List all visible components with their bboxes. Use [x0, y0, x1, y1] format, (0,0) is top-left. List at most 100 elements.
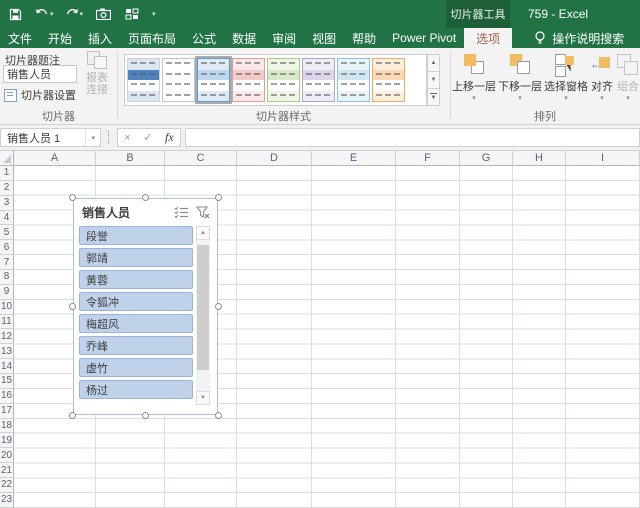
- row-header[interactable]: 9: [0, 284, 14, 300]
- row-header[interactable]: 17: [0, 403, 14, 419]
- column-header[interactable]: E: [312, 151, 396, 166]
- slicer-sales-person[interactable]: 销售人员 段誉 郭靖 黄蓉 令狐冲 梅超风 乔峰 虚竹 杨过 ▲ ▼: [73, 198, 218, 415]
- column-header[interactable]: D: [237, 151, 312, 166]
- column-header[interactable]: A: [14, 151, 96, 166]
- slicer-style-thumbnail[interactable]: [195, 56, 232, 104]
- row-header[interactable]: 12: [0, 329, 14, 345]
- switch-windows-icon[interactable]: [123, 4, 141, 24]
- select-all-corner[interactable]: [0, 151, 14, 166]
- insert-function-icon[interactable]: fx: [165, 130, 174, 145]
- row-header[interactable]: 18: [0, 418, 14, 434]
- slicer-item[interactable]: 乔峰: [79, 336, 193, 355]
- chevron-down-icon[interactable]: ▾: [600, 95, 604, 102]
- customize-qat-caret-icon[interactable]: ▾: [152, 11, 156, 18]
- selection-handle[interactable]: [215, 303, 222, 310]
- row-header[interactable]: 13: [0, 344, 14, 360]
- row-header[interactable]: 1: [0, 166, 14, 181]
- scroll-up-icon[interactable]: ▲: [196, 226, 210, 240]
- ribbon-tab[interactable]: 公式: [184, 28, 224, 48]
- enter-icon[interactable]: ✓: [143, 131, 152, 144]
- chevron-down-icon[interactable]: ▾: [472, 95, 476, 102]
- gallery-up-icon[interactable]: ▲: [427, 54, 440, 72]
- selection-handle[interactable]: [142, 194, 149, 201]
- row-header[interactable]: 21: [0, 463, 14, 479]
- row-header[interactable]: 2: [0, 180, 14, 196]
- camera-icon[interactable]: [94, 4, 112, 24]
- row-header[interactable]: 10: [0, 299, 14, 315]
- column-header[interactable]: F: [396, 151, 460, 166]
- ribbon-tab[interactable]: 帮助: [344, 28, 384, 48]
- chevron-down-icon[interactable]: ▾: [518, 95, 522, 102]
- ribbon-tab[interactable]: 插入: [80, 28, 120, 48]
- tell-me-search[interactable]: 操作说明搜索: [534, 28, 624, 48]
- undo-caret-icon[interactable]: ▾: [50, 11, 54, 18]
- ribbon-tab[interactable]: 审阅: [264, 28, 304, 48]
- row-header[interactable]: 16: [0, 388, 14, 404]
- ribbon-tab[interactable]: 开始: [40, 28, 80, 48]
- cancel-icon[interactable]: ×: [124, 132, 130, 144]
- arrange-button[interactable]: 选择窗格 ▾: [544, 50, 588, 108]
- scroll-down-icon[interactable]: ▼: [196, 391, 210, 405]
- slicer-item[interactable]: 黄蓉: [79, 270, 193, 289]
- column-header[interactable]: B: [96, 151, 165, 166]
- redo-button[interactable]: ▾: [65, 8, 83, 20]
- slicer-caption-input[interactable]: [3, 65, 77, 83]
- row-header[interactable]: 3: [0, 195, 14, 211]
- name-box[interactable]: 销售人员 1 ▾: [0, 128, 101, 147]
- slicer-style-thumbnail[interactable]: [162, 58, 195, 102]
- gallery-down-icon[interactable]: ▼: [427, 72, 440, 89]
- slicer-settings-button[interactable]: 切片器设置: [4, 87, 76, 103]
- formula-bar-divider[interactable]: [108, 131, 109, 144]
- selection-handle[interactable]: [142, 412, 149, 419]
- tab-options-selected[interactable]: 选项: [464, 28, 513, 48]
- gallery-more-icon[interactable]: ▼: [427, 89, 440, 106]
- ribbon-tab[interactable]: Power Pivot: [384, 28, 464, 48]
- arrange-button[interactable]: 对齐 ▾: [590, 50, 614, 108]
- selection-handle[interactable]: [215, 412, 222, 419]
- row-header[interactable]: 23: [0, 492, 14, 508]
- chevron-down-icon[interactable]: ▾: [564, 95, 568, 102]
- row-header[interactable]: 15: [0, 374, 14, 389]
- ribbon-tab[interactable]: 数据: [224, 28, 264, 48]
- selection-handle[interactable]: [69, 303, 76, 310]
- row-header[interactable]: 14: [0, 359, 14, 375]
- row-header[interactable]: 22: [0, 478, 14, 493]
- slicer-style-thumbnail[interactable]: [232, 58, 265, 102]
- row-header[interactable]: 8: [0, 270, 14, 285]
- arrange-button[interactable]: 上移一层 ▾: [452, 50, 496, 108]
- column-header[interactable]: H: [513, 151, 566, 166]
- slicer-item[interactable]: 郭靖: [79, 248, 193, 267]
- ribbon-tab[interactable]: 页面布局: [120, 28, 184, 48]
- ribbon-tab[interactable]: 文件: [0, 28, 40, 48]
- slicer-style-thumbnail[interactable]: [127, 58, 160, 102]
- selection-handle[interactable]: [215, 194, 222, 201]
- arrange-button[interactable]: 下移一层 ▾: [498, 50, 542, 108]
- ribbon-tab[interactable]: 视图: [304, 28, 344, 48]
- slicer-style-thumbnail[interactable]: [337, 58, 370, 102]
- row-header[interactable]: 4: [0, 210, 14, 226]
- slicer-item[interactable]: 段誉: [79, 226, 193, 245]
- slicer-style-thumbnail[interactable]: [267, 58, 300, 102]
- slicer-item[interactable]: 虚竹: [79, 358, 193, 377]
- slicer-item[interactable]: 杨过: [79, 380, 193, 399]
- row-header[interactable]: 5: [0, 225, 14, 241]
- column-header[interactable]: C: [165, 151, 237, 166]
- slicer-item[interactable]: 令狐冲: [79, 292, 193, 311]
- column-header[interactable]: G: [460, 151, 513, 166]
- scrollbar-thumb[interactable]: [197, 245, 209, 370]
- save-icon[interactable]: [6, 4, 24, 24]
- selection-handle[interactable]: [69, 412, 76, 419]
- row-header[interactable]: 20: [0, 448, 14, 464]
- arrange-button[interactable]: 组合 ▾: [616, 50, 640, 108]
- row-header[interactable]: 11: [0, 314, 14, 330]
- multi-select-icon[interactable]: [174, 206, 189, 219]
- row-header[interactable]: 19: [0, 433, 14, 449]
- name-box-caret-icon[interactable]: ▾: [85, 129, 100, 146]
- row-header[interactable]: 7: [0, 255, 14, 271]
- slicer-style-thumbnail[interactable]: [302, 58, 335, 102]
- chevron-down-icon[interactable]: ▾: [626, 95, 630, 102]
- undo-button[interactable]: ▾: [35, 8, 54, 20]
- clear-filter-icon[interactable]: [196, 205, 210, 219]
- column-header[interactable]: I: [566, 151, 640, 166]
- row-header[interactable]: 6: [0, 240, 14, 256]
